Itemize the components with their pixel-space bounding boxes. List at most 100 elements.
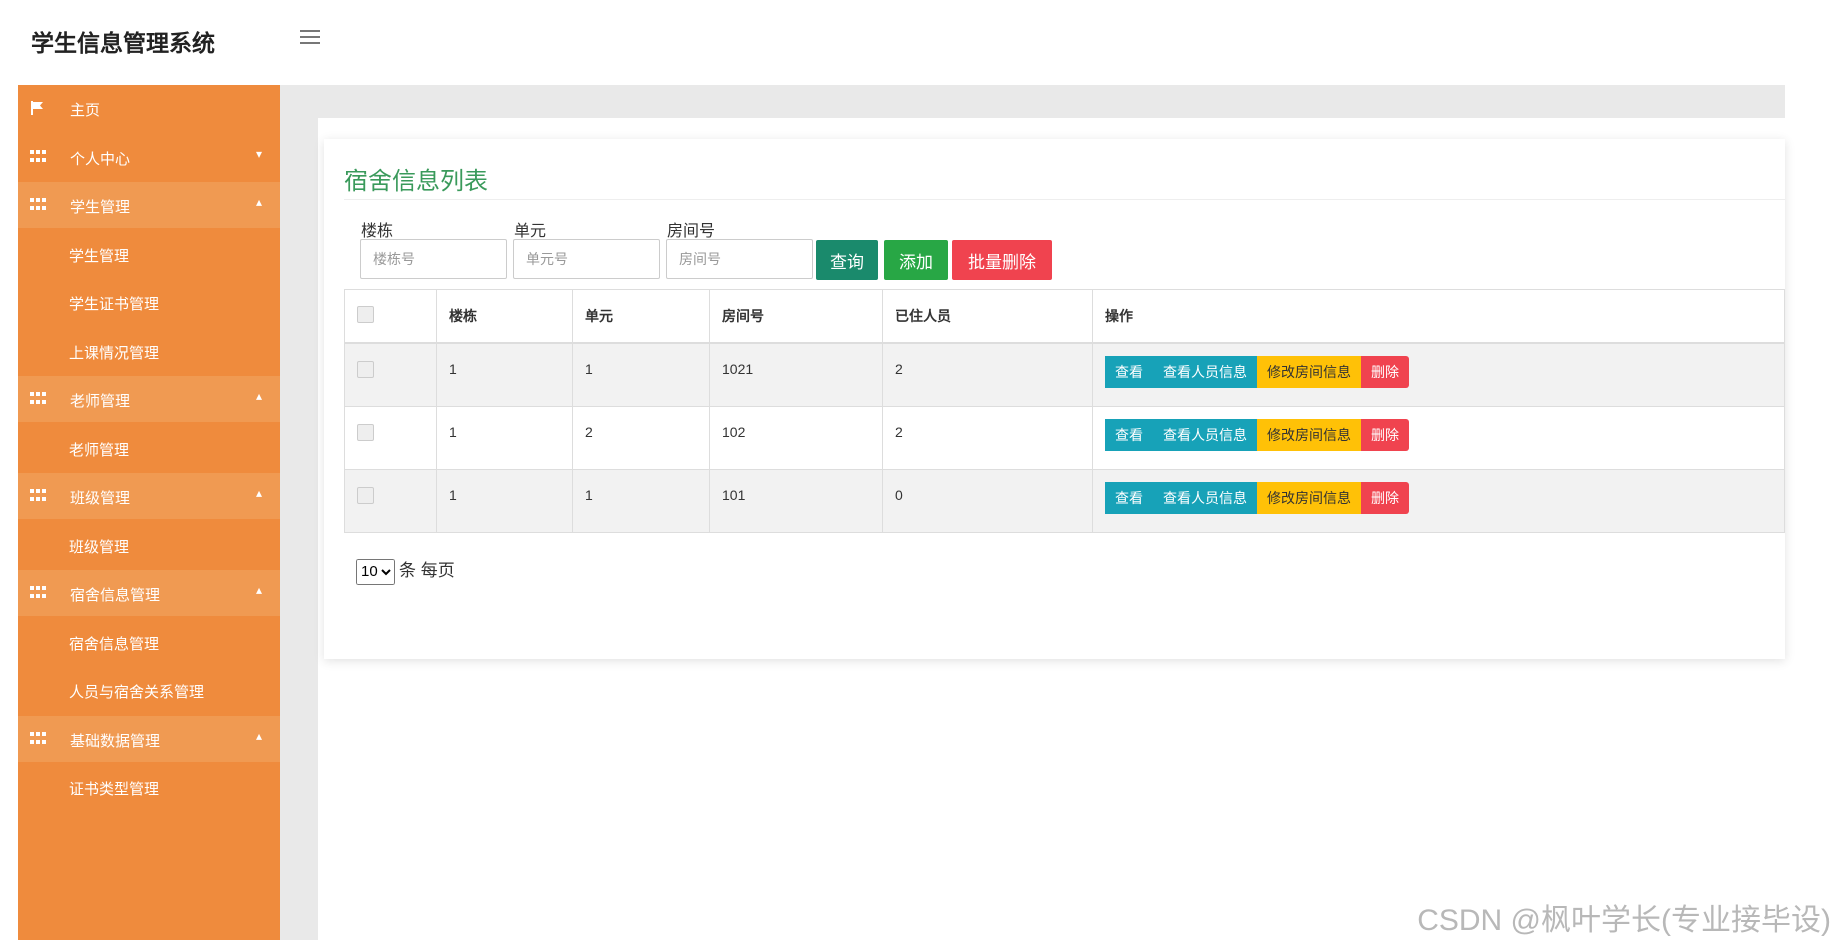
title-divider bbox=[344, 199, 1785, 200]
row-checkbox[interactable] bbox=[357, 486, 374, 504]
sidebar-item-4[interactable]: 学生证书管理 bbox=[18, 279, 280, 325]
cell-building: 1 bbox=[436, 405, 573, 470]
unit-filter-input[interactable] bbox=[513, 239, 660, 279]
caret-up-icon: ▴ bbox=[256, 728, 263, 743]
unit-filter-label: 单元 bbox=[514, 223, 547, 240]
delete-button[interactable]: 删除 bbox=[1361, 481, 1409, 514]
sidebar-item-9[interactable]: 班级管理 bbox=[18, 521, 280, 568]
edit-room-button[interactable]: 修改房间信息 bbox=[1257, 356, 1361, 388]
sidebar-item-13[interactable]: 基础数据管理 ▴ bbox=[18, 715, 280, 762]
select-all-header bbox=[344, 289, 437, 344]
column-header-building: 楼栋 bbox=[436, 289, 573, 344]
batch-delete-button[interactable]: 批量删除 bbox=[952, 240, 1052, 280]
grid-icon bbox=[30, 731, 46, 746]
column-header-residents: 已住人员 bbox=[882, 289, 1093, 344]
page-size-suffix: 条 每页 bbox=[399, 561, 455, 580]
sidebar-item-label: 宿舍信息管理 bbox=[69, 635, 160, 653]
table-row: 1 1 1021 2 查看 查看人员信息 修改房间信息 删除 bbox=[344, 342, 1785, 407]
dorm-list-card: 宿舍信息列表 楼栋 单元 房间号 查询 添加 批量删除 楼栋 单元 房间号 已住… bbox=[324, 139, 1785, 659]
caret-down-icon: ▾ bbox=[256, 146, 263, 161]
cell-actions: 查看 查看人员信息 修改房间信息 删除 bbox=[1092, 405, 1785, 470]
cell-actions: 查看 查看人员信息 修改房间信息 删除 bbox=[1092, 468, 1785, 533]
cell-unit: 1 bbox=[572, 342, 710, 407]
sidebar-item-label: 学生管理 bbox=[70, 199, 131, 216]
grid-icon bbox=[30, 489, 46, 503]
caret-up-icon: ▴ bbox=[256, 583, 263, 597]
cell-residents: 2 bbox=[882, 342, 1093, 407]
sidebar-item-label: 证书类型管理 bbox=[69, 781, 160, 798]
sidebar-item-3[interactable]: 学生管理 bbox=[18, 230, 280, 277]
sidebar: 主页个人中心 ▾ 学生管理 ▴ 学生管理学生证书管理 上课情况管理 老师管理 ▴ 老师管理班级管… bbox=[18, 85, 280, 940]
room-filter-input[interactable] bbox=[666, 239, 813, 279]
cell-building: 1 bbox=[436, 342, 573, 407]
sidebar-item-1[interactable]: 个人中心 ▾ bbox=[18, 133, 280, 180]
column-header-unit: 单元 bbox=[572, 289, 710, 344]
sidebar-item-label: 人员与宿舍关系管理 bbox=[69, 684, 205, 701]
view-button[interactable]: 查看 bbox=[1105, 481, 1153, 514]
cell-residents: 0 bbox=[882, 468, 1093, 533]
grid-icon bbox=[30, 586, 46, 600]
caret-up-icon: ▴ bbox=[256, 195, 263, 209]
grid-icon bbox=[30, 198, 46, 212]
view-people-button[interactable]: 查看人员信息 bbox=[1153, 481, 1257, 514]
sidebar-item-12[interactable]: 人员与宿舍关系管理 bbox=[18, 667, 280, 713]
sidebar-item-6[interactable]: 老师管理 ▴ bbox=[18, 376, 280, 422]
row-select-cell bbox=[344, 342, 437, 407]
sidebar-item-label: 主页 bbox=[70, 102, 101, 119]
watermark: CSDN @枫叶学长(专业接毕设) bbox=[1417, 904, 1831, 937]
sidebar-item-14[interactable]: 证书类型管理 bbox=[18, 764, 280, 810]
sidebar-item-label: 基础数据管理 bbox=[70, 732, 161, 750]
room-filter-label: 房间号 bbox=[667, 223, 716, 240]
table-header-row: 楼栋 单元 房间号 已住人员 操作 bbox=[344, 289, 1785, 344]
sidebar-item-2[interactable]: 学生管理 ▴ bbox=[18, 182, 280, 228]
sidebar-item-5[interactable]: 上课情况管理 bbox=[18, 327, 280, 374]
view-button[interactable]: 查看 bbox=[1105, 356, 1153, 388]
dorm-table: 楼栋 单元 房间号 已住人员 操作 1 1 1021 2 查看 查看人员信息 修改房间信息删… bbox=[344, 289, 1785, 533]
sidebar-item-11[interactable]: 宿舍信息管理 bbox=[18, 618, 280, 665]
app-title: 学生信息管理系统 bbox=[31, 30, 215, 56]
row-checkbox[interactable] bbox=[357, 423, 374, 441]
sidebar-item-10[interactable]: 宿舍信息管理 ▴ bbox=[18, 570, 280, 616]
add-button[interactable]: 添加 bbox=[884, 240, 948, 280]
column-header-actions: 操作 bbox=[1092, 289, 1785, 344]
search-button[interactable]: 查询 bbox=[816, 240, 878, 280]
row-checkbox[interactable] bbox=[357, 361, 374, 378]
sidebar-item-label: 上课情况管理 bbox=[69, 344, 160, 362]
view-people-button[interactable]: 查看人员信息 bbox=[1153, 356, 1257, 388]
edit-room-button[interactable]: 修改房间信息 bbox=[1257, 481, 1361, 514]
sidebar-item-label: 宿舍信息管理 bbox=[70, 587, 161, 604]
sidebar-item-label: 老师管理 bbox=[69, 441, 130, 459]
sidebar-item-label: 班级管理 bbox=[70, 490, 131, 507]
sidebar-item-label: 学生证书管理 bbox=[69, 296, 160, 313]
row-select-cell bbox=[344, 468, 437, 533]
column-header-room: 房间号 bbox=[709, 289, 883, 344]
view-button[interactable]: 查看 bbox=[1105, 418, 1153, 451]
edit-room-button[interactable]: 修改房间信息 bbox=[1257, 418, 1361, 451]
sidebar-item-label: 老师管理 bbox=[70, 393, 131, 410]
sidebar-item-7[interactable]: 老师管理 bbox=[18, 424, 280, 471]
pagination: 10条 每页 bbox=[356, 556, 455, 585]
sidebar-item-label: 学生管理 bbox=[69, 247, 130, 265]
cell-unit: 2 bbox=[572, 405, 710, 470]
sidebar-item-8[interactable]: 班级管理 ▴ bbox=[18, 473, 280, 519]
grid-icon bbox=[30, 392, 46, 406]
building-filter-input[interactable] bbox=[360, 239, 507, 279]
page-title: 宿舍信息列表 bbox=[344, 168, 488, 195]
page-size-select[interactable]: 10 bbox=[356, 558, 395, 585]
building-filter-label: 楼栋 bbox=[361, 223, 394, 240]
sidebar-item-0[interactable]: 主页 bbox=[18, 85, 280, 131]
row-select-cell bbox=[344, 405, 437, 470]
view-people-button[interactable]: 查看人员信息 bbox=[1153, 418, 1257, 451]
delete-button[interactable]: 删除 bbox=[1361, 418, 1409, 451]
caret-up-icon: ▴ bbox=[256, 389, 263, 403]
hamburger-menu-icon[interactable] bbox=[300, 28, 320, 46]
table-row: 1 1 101 0 查看 查看人员信息 修改房间信息 删除 bbox=[344, 468, 1785, 533]
table-row: 1 2 102 2 查看 查看人员信息 修改房间信息 删除 bbox=[344, 405, 1785, 470]
cell-room: 1021 bbox=[709, 342, 883, 407]
flag-icon bbox=[30, 101, 46, 115]
select-all-checkbox[interactable] bbox=[357, 306, 374, 323]
caret-up-icon: ▴ bbox=[256, 486, 263, 500]
delete-button[interactable]: 删除 bbox=[1361, 356, 1409, 388]
cell-building: 1 bbox=[436, 468, 573, 533]
grid-icon bbox=[30, 149, 46, 164]
